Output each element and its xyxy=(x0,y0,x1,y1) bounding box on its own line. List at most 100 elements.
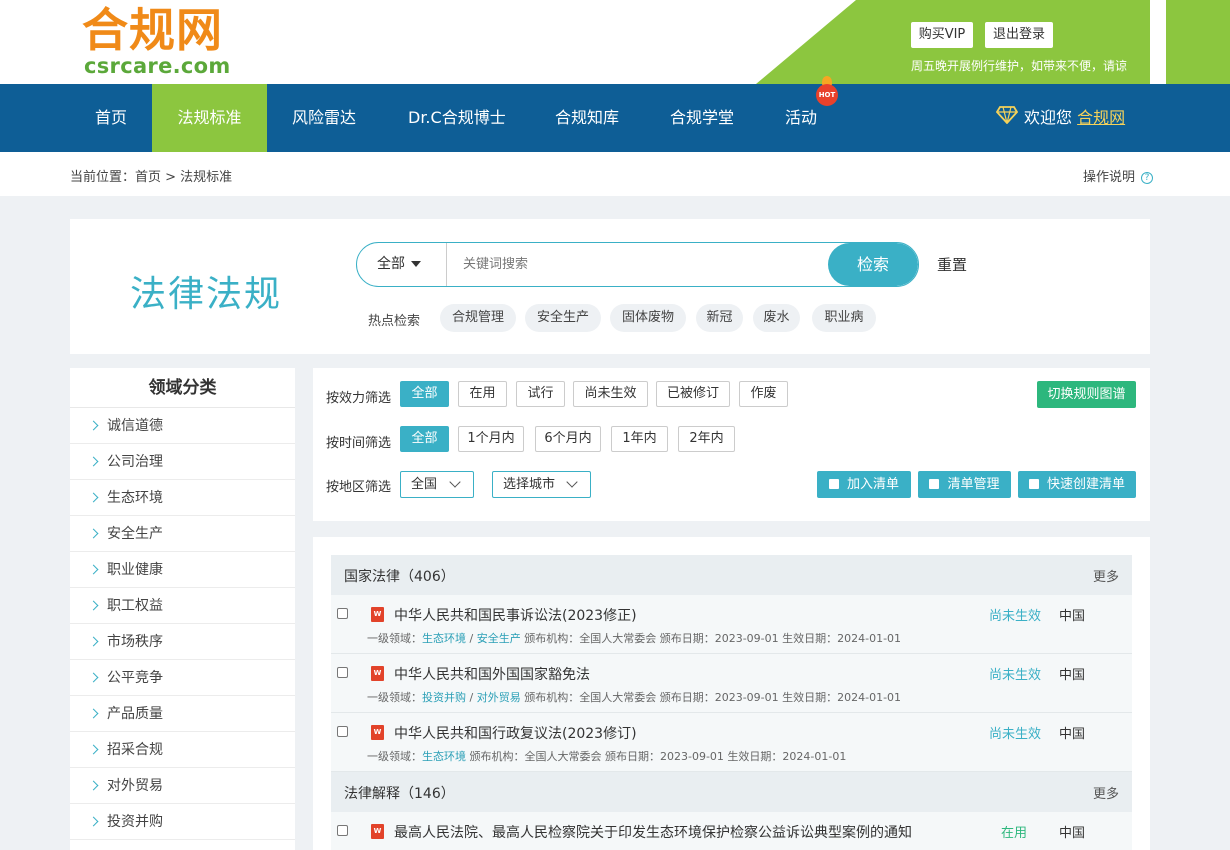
time-chip[interactable]: 1个月内 xyxy=(458,426,524,452)
search-button[interactable]: 检索 xyxy=(828,243,918,286)
result-title[interactable]: 中华人民共和国民事诉讼法(2023修正) xyxy=(394,605,637,625)
username-link[interactable]: 合规网 xyxy=(1077,108,1125,127)
hot-tag[interactable]: 新冠 xyxy=(696,304,743,332)
logout-button[interactable]: 退出登录 xyxy=(985,22,1053,48)
nav-item-risk-radar[interactable]: 风险雷达 xyxy=(292,84,356,152)
nav-item-academy[interactable]: 合规学堂 xyxy=(670,84,734,152)
sidebar-item-label: 投资并购 xyxy=(107,814,163,830)
result-meta: 一级领域：生态环境 / 安全生产 颁布机构：全国人大常委会 颁布日期：2023-… xyxy=(367,632,902,645)
search-scope-select[interactable]: 全部 xyxy=(357,243,447,286)
result-row[interactable]: W 中华人民共和国民事诉讼法(2023修正) 一级领域：生态环境 / 安全生产 … xyxy=(331,595,1132,654)
status-badge: 在用 xyxy=(1001,826,1028,841)
document-icon xyxy=(929,478,940,489)
switch-graph-button[interactable]: 切换规则图谱 xyxy=(1037,381,1136,408)
nav-item-regulations[interactable]: 法规标准 xyxy=(152,84,267,152)
time-chip[interactable]: 2年内 xyxy=(678,426,735,452)
sidebar-item[interactable]: 公平竞争 xyxy=(70,660,295,696)
plus-icon xyxy=(828,478,839,489)
reset-button[interactable]: 重置 xyxy=(937,254,967,275)
time-chip[interactable]: 全部 xyxy=(400,426,449,452)
domain-tag-link[interactable]: 安全生产 xyxy=(477,632,521,645)
validity-chip[interactable]: 作废 xyxy=(739,381,788,407)
help-link[interactable]: 操作说明? xyxy=(1083,166,1154,185)
status-badge: 尚未生效 xyxy=(989,668,1042,683)
chevron-right-icon xyxy=(88,528,99,538)
row-checkbox[interactable] xyxy=(337,608,348,619)
nav-item-events[interactable]: 活动 xyxy=(785,84,817,152)
sidebar-item[interactable]: 职业健康 xyxy=(70,552,295,588)
word-doc-icon: W xyxy=(371,666,384,681)
sidebar-item[interactable]: 诚信道德 xyxy=(70,408,295,444)
result-meta: 一级领域：投资并购 / 对外贸易 颁布机构：全国人大常委会 颁布日期：2023-… xyxy=(367,691,902,704)
sidebar-item[interactable]: 生态环境 xyxy=(70,480,295,516)
region-select[interactable]: 全国 xyxy=(400,471,474,498)
sidebar-item[interactable]: 招采合规 xyxy=(70,732,295,768)
hot-badge: HOT xyxy=(816,84,838,106)
row-checkbox[interactable] xyxy=(337,825,348,836)
nav-item-dr-c[interactable]: Dr.C合规博士 xyxy=(408,84,506,152)
sidebar-item-label: 招采合规 xyxy=(107,742,163,758)
meta-detail: 颁布机构：全国人大常委会 颁布日期：2023-09-01 生效日期：2024-0… xyxy=(466,750,847,763)
result-title[interactable]: 最高人民法院、最高人民检察院关于印发生态环境保护检察公益诉讼典型案例的通知 xyxy=(394,822,912,842)
domain-sidebar: 领域分类 诚信道德 公司治理 生态环境 安全生产 职业健康 职工权益 市场秩序 … xyxy=(70,368,295,850)
city-select-value: 选择城市 xyxy=(503,477,556,492)
sidebar-item-label: 安全生产 xyxy=(107,526,163,542)
sidebar-item[interactable]: 职工权益 xyxy=(70,588,295,624)
region-select-value: 全国 xyxy=(411,477,438,492)
word-doc-icon: W xyxy=(371,824,384,839)
sidebar-item[interactable]: 投资并购 xyxy=(70,804,295,840)
quick-create-list-button[interactable]: 快速创建清单 xyxy=(1018,471,1136,498)
result-row[interactable]: W 最高人民法院、最高人民检察院关于印发生态环境保护检察公益诉讼典型案例的通知 … xyxy=(331,812,1132,850)
sidebar-item-label: 诚信道德 xyxy=(107,418,163,434)
hot-tag[interactable]: 废水 xyxy=(753,304,800,332)
nav-item-knowledge-base[interactable]: 合规知库 xyxy=(555,84,619,152)
list-manage-button[interactable]: 清单管理 xyxy=(918,471,1011,498)
validity-chip[interactable]: 试行 xyxy=(516,381,565,407)
validity-chip[interactable]: 尚未生效 xyxy=(573,381,648,407)
hot-tag[interactable]: 安全生产 xyxy=(525,304,601,332)
more-link[interactable]: 更多 xyxy=(1093,566,1119,585)
more-link[interactable]: 更多 xyxy=(1093,783,1119,802)
add-to-list-label: 加入清单 xyxy=(846,477,899,492)
add-to-list-button[interactable]: 加入清单 xyxy=(817,471,911,498)
hot-tag[interactable]: 职业病 xyxy=(812,304,876,332)
row-checkbox[interactable] xyxy=(337,667,348,678)
hot-tag[interactable]: 固体废物 xyxy=(610,304,686,332)
sidebar-item[interactable]: 安全生产 xyxy=(70,516,295,552)
sidebar-item[interactable]: 产品质量 xyxy=(70,696,295,732)
nav-item-home[interactable]: 首页 xyxy=(70,84,152,152)
chevron-right-icon xyxy=(88,636,99,646)
domain-tag-link[interactable]: 生态环境 xyxy=(422,750,466,763)
sidebar-item[interactable]: 对外贸易 xyxy=(70,768,295,804)
domain-tag-link[interactable]: 对外贸易 xyxy=(477,691,521,704)
chevron-right-icon xyxy=(88,744,99,754)
domain-tag-link[interactable]: 投资并购 xyxy=(422,691,466,704)
result-row[interactable]: W 中华人民共和国行政复议法(2023修订) 一级领域：生态环境 颁布机构：全国… xyxy=(331,713,1132,772)
time-chip[interactable]: 6个月内 xyxy=(535,426,601,452)
chevron-right-icon xyxy=(88,816,99,826)
validity-chip[interactable]: 已被修订 xyxy=(656,381,730,407)
filter-panel: 按效力筛选 全部 在用 试行 尚未生效 已被修订 作废 切换规则图谱 按时间筛选… xyxy=(313,368,1150,521)
sidebar-item[interactable]: 公司治理 xyxy=(70,444,295,480)
validity-chip[interactable]: 在用 xyxy=(458,381,507,407)
section-header: 国家法律（406） 更多 xyxy=(331,555,1132,595)
buy-vip-button[interactable]: 购买VIP xyxy=(911,22,973,48)
result-title[interactable]: 中华人民共和国外国国家豁免法 xyxy=(394,664,590,684)
domain-tag-link[interactable]: 生态环境 xyxy=(422,632,466,645)
time-chip[interactable]: 1年内 xyxy=(611,426,668,452)
row-checkbox[interactable] xyxy=(337,726,348,737)
question-icon: ? xyxy=(1141,171,1154,184)
site-logo[interactable]: 合规网 csrcare.com xyxy=(82,2,242,78)
result-title[interactable]: 中华人民共和国行政复议法(2023修订) xyxy=(394,723,637,743)
section-title: 国家法律（406） xyxy=(344,569,455,585)
chevron-right-icon xyxy=(88,420,99,430)
result-row[interactable]: W 中华人民共和国外国国家豁免法 一级领域：投资并购 / 对外贸易 颁布机构：全… xyxy=(331,654,1132,713)
result-region: 中国 xyxy=(1059,668,1086,683)
top-header: 合规网 csrcare.com 购买VIP 退出登录 周五晚开展例行维护，如带来… xyxy=(0,0,1230,84)
status-badge: 尚未生效 xyxy=(989,727,1042,742)
sidebar-item[interactable]: 市场秩序 xyxy=(70,624,295,660)
city-select[interactable]: 选择城市 xyxy=(492,471,591,498)
hot-tag[interactable]: 合规管理 xyxy=(440,304,516,332)
search-input[interactable] xyxy=(449,243,829,286)
validity-chip[interactable]: 全部 xyxy=(400,381,449,407)
